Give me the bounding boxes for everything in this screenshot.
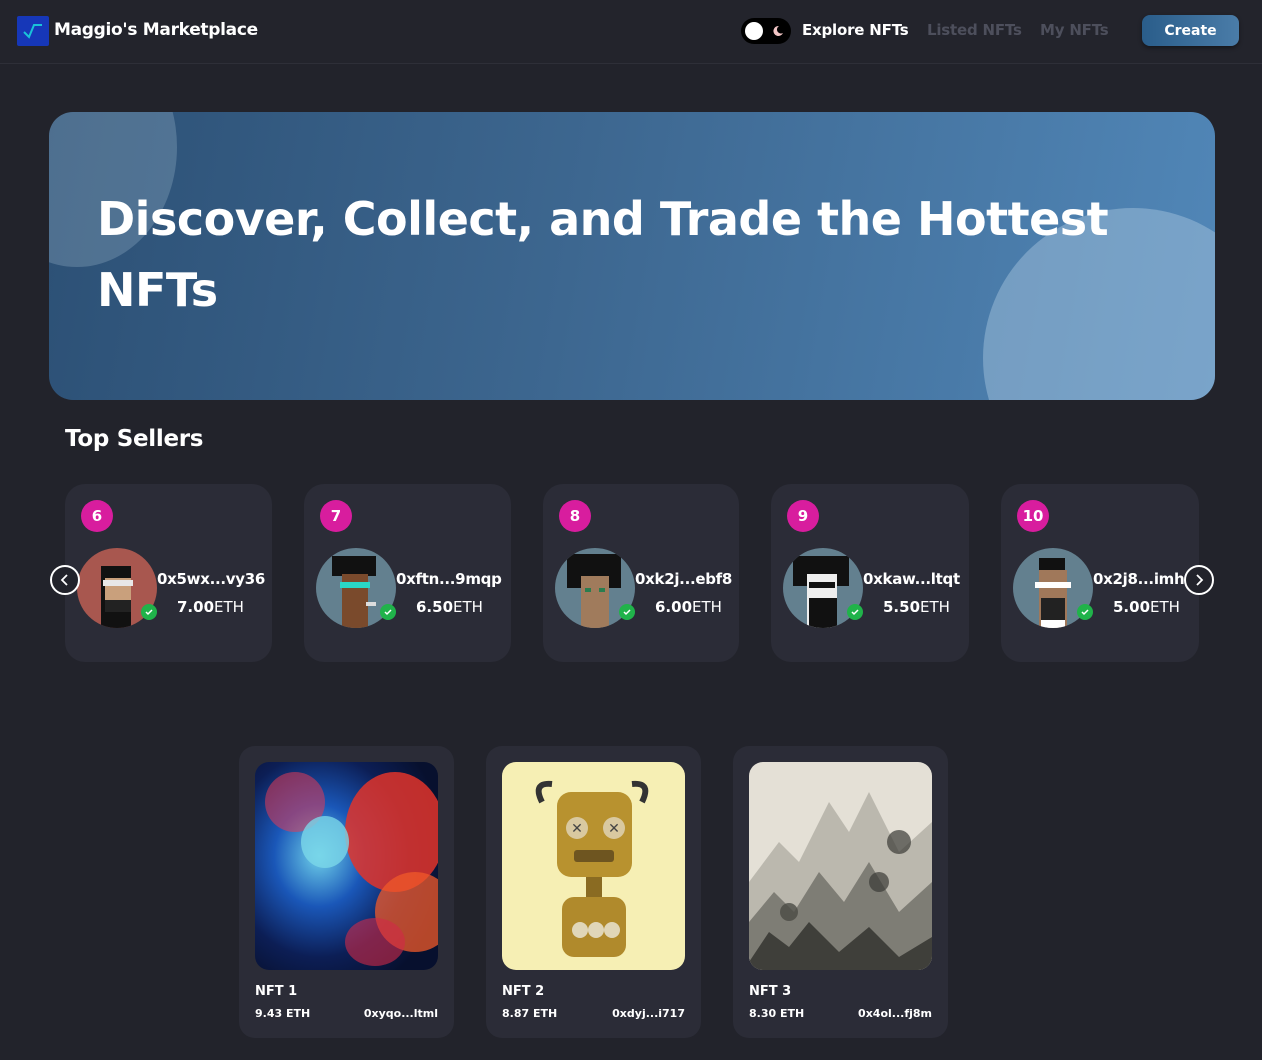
svg-text:✕: ✕ xyxy=(571,821,583,837)
nft-card[interactable]: NFT 3 8.30 ETH 0x4ol...fj8m xyxy=(733,746,948,1038)
nft-image[interactable] xyxy=(749,762,932,970)
nft-owner[interactable]: 0xyqo...ltml xyxy=(364,1007,438,1020)
verified-icon xyxy=(619,604,635,620)
top-sellers-title: Top Sellers xyxy=(65,426,204,452)
hero-title: Discover, Collect, and Trade the Hottest… xyxy=(97,192,1109,317)
theme-toggle[interactable] xyxy=(741,18,791,44)
rank-badge: 9 xyxy=(787,500,819,532)
hero-banner: Discover, Collect, and Trade the Hottest… xyxy=(49,112,1215,400)
nft-price: 9.43 ETH xyxy=(255,1007,311,1020)
seller-amount: 6.50ETH xyxy=(416,598,483,616)
verified-icon xyxy=(380,604,396,620)
nft-owner[interactable]: 0x4ol...fj8m xyxy=(858,1007,932,1020)
svg-text:✕: ✕ xyxy=(608,821,620,837)
nft-price: 8.30 ETH xyxy=(749,1007,805,1020)
verified-icon xyxy=(847,604,863,620)
rank-badge: 6 xyxy=(81,500,113,532)
brand-name[interactable]: Maggio's Marketplace xyxy=(54,20,258,40)
nft-name: NFT 2 xyxy=(502,984,545,999)
seller-amount: 7.00ETH xyxy=(177,598,244,616)
nft-card[interactable]: NFT 1 9.43 ETH 0xyqo...ltml xyxy=(239,746,454,1038)
verified-icon xyxy=(141,604,157,620)
sun-icon xyxy=(745,22,763,40)
rank-badge: 7 xyxy=(320,500,352,532)
nav-explore-nfts[interactable]: Explore NFTs xyxy=(802,21,909,39)
seller-card[interactable]: 6 0x5wx...vy36 7.00ETH xyxy=(65,484,272,662)
nft-image[interactable]: ✕ ✕ xyxy=(502,762,685,970)
rank-badge: 10 xyxy=(1017,500,1049,532)
seller-amount: 5.00ETH xyxy=(1113,598,1180,616)
logo-icon[interactable] xyxy=(17,16,49,46)
seller-amount: 5.50ETH xyxy=(883,598,950,616)
nft-name: NFT 1 xyxy=(255,984,298,999)
nft-name: NFT 3 xyxy=(749,984,792,999)
seller-card[interactable]: 9 0xkaw...ltqt 5.50ETH xyxy=(771,484,969,662)
seller-address[interactable]: 0xkaw...ltqt xyxy=(863,570,960,588)
seller-card[interactable]: 7 0xftn...9mqp 6.50ETH xyxy=(304,484,511,662)
nft-owner[interactable]: 0xdyj...i717 xyxy=(612,1007,685,1020)
nft-image[interactable] xyxy=(255,762,438,970)
chevron-right-icon xyxy=(1196,574,1204,586)
chevron-left-icon xyxy=(60,574,68,586)
seller-address[interactable]: 0xftn...9mqp xyxy=(396,570,502,588)
seller-address[interactable]: 0x5wx...vy36 xyxy=(157,570,265,588)
navbar: Maggio's Marketplace Explore NFTs Listed… xyxy=(0,0,1262,64)
moon-icon xyxy=(769,22,787,40)
nav-listed-nfts[interactable]: Listed NFTs xyxy=(927,21,1022,39)
seller-amount: 6.00ETH xyxy=(655,598,722,616)
nft-card[interactable]: ✕ ✕ NFT 2 8.87 ETH 0xdyj...i717 xyxy=(486,746,701,1038)
carousel-prev-button[interactable] xyxy=(50,565,80,595)
seller-address[interactable]: 0x2j8...imht xyxy=(1093,570,1192,588)
seller-card[interactable]: 8 0xk2j...ebf8 6.00ETH xyxy=(543,484,739,662)
verified-icon xyxy=(1077,604,1093,620)
seller-address[interactable]: 0xk2j...ebf8 xyxy=(635,570,732,588)
carousel-next-button[interactable] xyxy=(1184,565,1214,595)
rank-badge: 8 xyxy=(559,500,591,532)
create-button[interactable]: Create xyxy=(1142,15,1239,46)
nav-my-nfts[interactable]: My NFTs xyxy=(1040,21,1109,39)
nft-price: 8.87 ETH xyxy=(502,1007,558,1020)
seller-card[interactable]: 10 0x2j8...imht 5.00ETH xyxy=(1001,484,1199,662)
